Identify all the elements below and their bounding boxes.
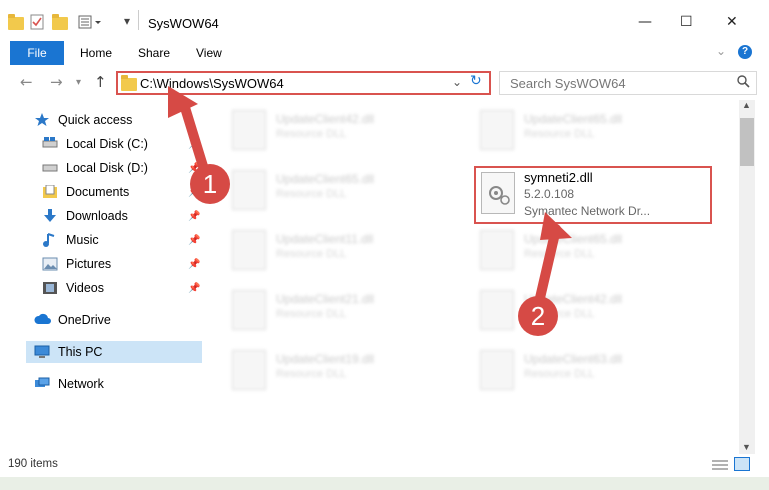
step-badge-2: 2 bbox=[518, 296, 558, 336]
annotation-arrows bbox=[168, 86, 572, 303]
step-badge-1: 1 bbox=[190, 164, 230, 204]
